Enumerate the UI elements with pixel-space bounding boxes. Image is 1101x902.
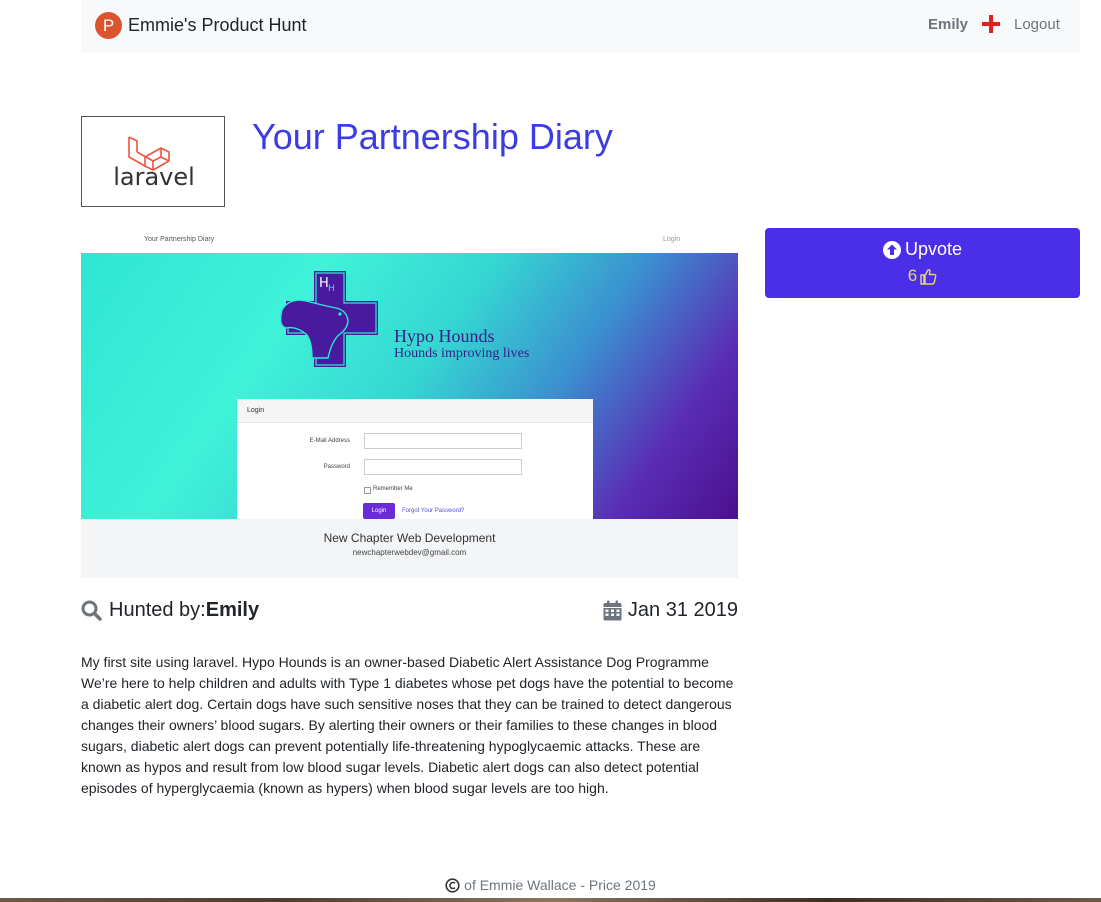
screenshot-login-card: Login E-Mail Address Password Remember M… (237, 399, 593, 531)
screenshot-brand-name: Hypo Hounds (394, 326, 495, 346)
laravel-logo-text: laravel (113, 163, 195, 191)
product-logo: laravel (81, 116, 225, 207)
screenshot-site-title: Your Partnership Diary (144, 236, 215, 243)
calendar-icon (603, 600, 622, 621)
thumbs-up-icon (920, 268, 937, 285)
svg-text:H: H (328, 284, 335, 294)
brand-logo-icon: P (95, 12, 122, 39)
product-description: My first site using laravel. Hypo Hounds… (81, 654, 734, 796)
screenshot-remember-checkbox (364, 487, 371, 494)
upvote-row: Upvote (765, 239, 1080, 260)
footer-text: of Emmie Wallace - Price 2019 (464, 877, 656, 893)
vote-count-row: 6 (765, 266, 1080, 286)
screenshot-email-label: E-Mail Address (309, 438, 350, 444)
screenshot-email-field (364, 433, 522, 449)
hunted-by: Hunted by: Emily (81, 599, 259, 622)
bottom-strip (0, 898, 1101, 902)
arrow-circle-up-icon (882, 240, 901, 259)
product-screenshot: Your Partnership Diary Login H H Hypo Ho… (81, 228, 738, 578)
page-footer: of Emmie Wallace - Price 2019 (0, 877, 1101, 893)
screenshot-password-label: Password (323, 464, 350, 470)
screenshot-brand-tagline: Hounds improving lives (394, 346, 530, 361)
screenshot-password-field (364, 459, 522, 475)
top-navbar: P Emmie's Product Hunt Emily Logout (81, 0, 1080, 53)
hypo-hounds-logo-icon: H H (279, 271, 378, 367)
launch-date: Jan 31 2019 (594, 599, 738, 622)
upvote-button[interactable]: Upvote 6 (765, 228, 1080, 298)
product-title[interactable]: Your Partnership Diary (252, 116, 613, 158)
screenshot-footer-name: New Chapter Web Development (323, 531, 496, 545)
screenshot-login-button: Login (363, 503, 395, 519)
screenshot-remember-label: Remember Me (373, 486, 413, 492)
screenshot-card-header: Login (237, 399, 593, 423)
screenshot-footer-email: newchapterwebdev@gmail.com (352, 548, 467, 557)
upvote-label: Upvote (904, 239, 963, 259)
hunter-name[interactable]: Emily (206, 599, 259, 622)
screenshot-hero: H H Hypo Hounds Hounds improving lives L… (81, 253, 738, 531)
screenshot-topbar: Your Partnership Diary Login (81, 228, 738, 253)
copyright-icon (445, 877, 460, 893)
screenshot-footer: New Chapter Web Development newchapterwe… (81, 519, 738, 578)
vote-count: 6 (907, 266, 918, 285)
search-icon (81, 600, 102, 621)
plus-icon[interactable] (981, 14, 1001, 34)
brand-name: Emmie's Product Hunt (128, 15, 307, 35)
launch-date-text: Jan 31 2019 (627, 599, 738, 621)
nav-user-link[interactable]: Emily (928, 16, 968, 33)
logout-link[interactable]: Logout (1014, 16, 1060, 33)
laravel-logo-icon: laravel (113, 136, 195, 191)
screenshot-forgot-link: Forgot Your Password? (402, 508, 465, 514)
screenshot-login-link: Login (663, 236, 681, 243)
screenshot-card-title: Login (247, 407, 265, 414)
brand-link[interactable]: P Emmie's Product Hunt (95, 12, 307, 39)
hunted-by-label: Hunted by: (109, 599, 206, 621)
